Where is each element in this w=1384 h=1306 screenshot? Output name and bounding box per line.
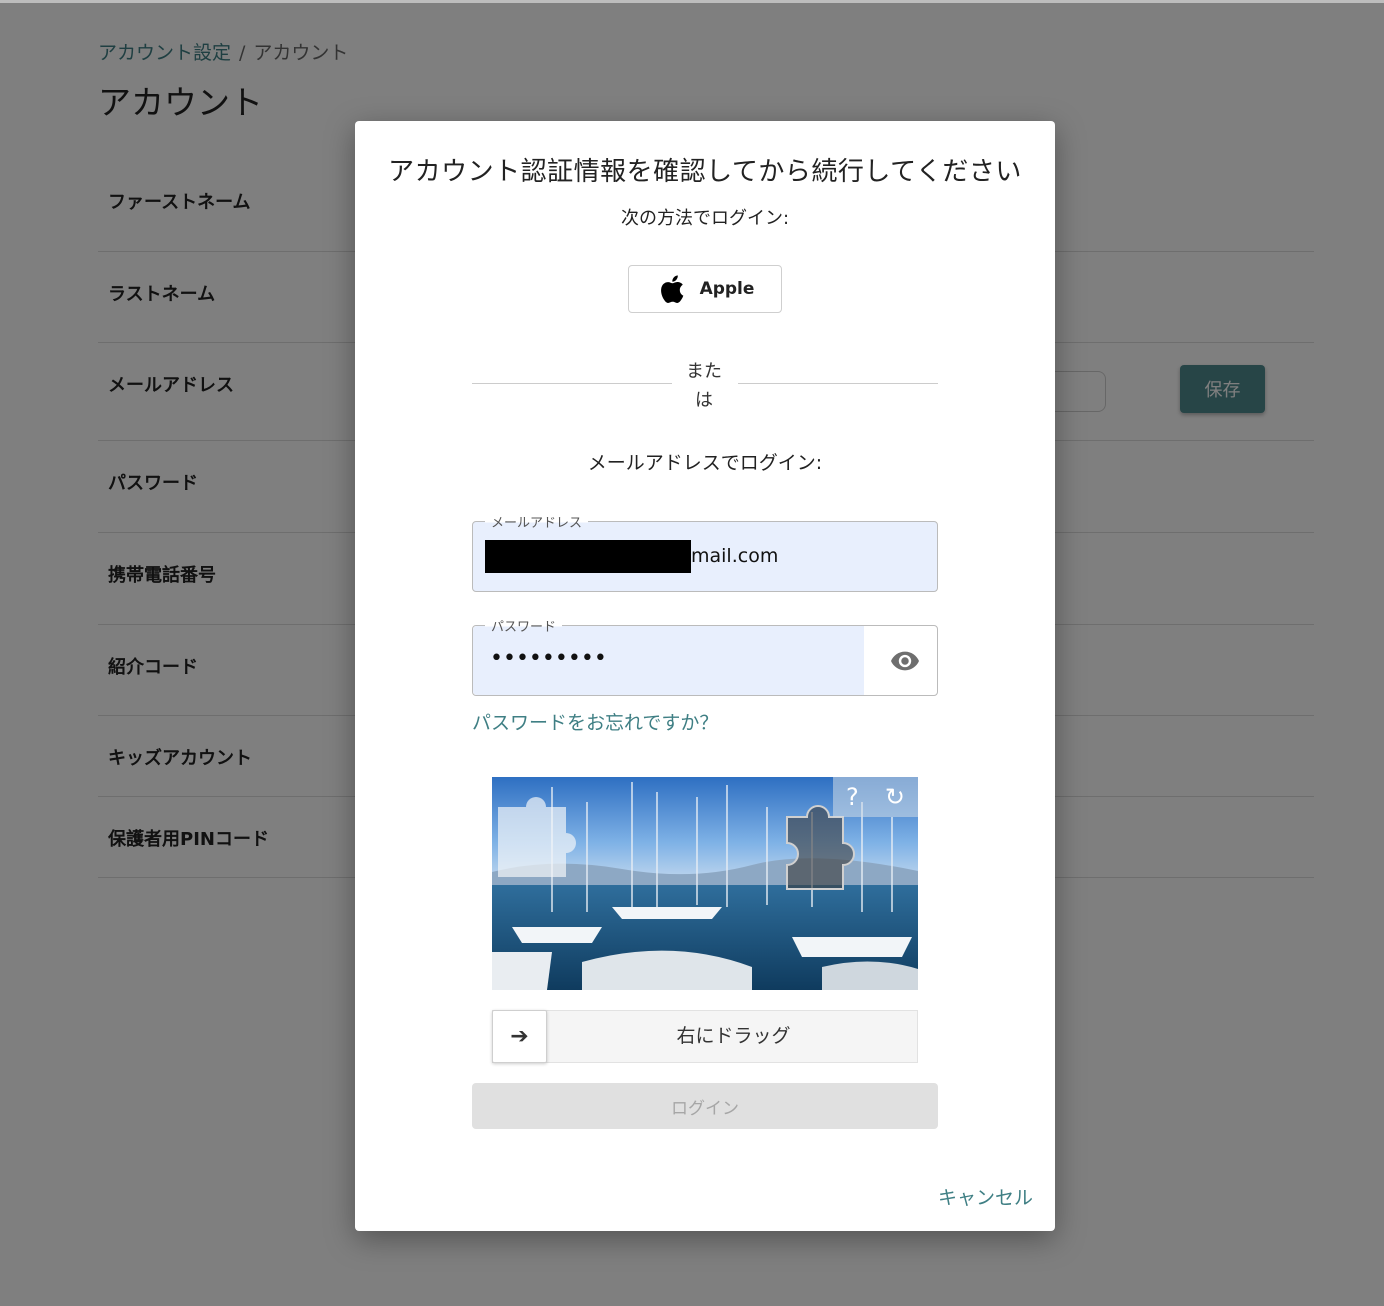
cancel-button[interactable]: キャンセル: [938, 1183, 1033, 1210]
divider-line-left: [472, 383, 672, 384]
password-value: •••••••••: [490, 646, 607, 671]
reauth-dialog: アカウント認証情報を確認してから続行してください 次の方法でログイン: Appl…: [355, 121, 1055, 1231]
password-field-label: パスワード: [485, 616, 563, 635]
email-field-label: メールアドレス: [485, 512, 589, 531]
email-login-label: メールアドレスでログイン:: [587, 452, 823, 474]
divider-line-right: [738, 383, 938, 384]
captcha-slider[interactable]: ➔ 右にドラッグ: [492, 1010, 918, 1063]
arrow-right-icon: ➔: [510, 1024, 529, 1049]
apple-login-button[interactable]: Apple: [628, 265, 782, 313]
apple-button-label: Apple: [699, 279, 755, 299]
redaction-box: [485, 540, 691, 573]
password-field[interactable]: パスワード •••••••••: [472, 616, 938, 696]
captcha-image: ? ↻: [492, 777, 918, 990]
captcha-toolbar: ? ↻: [833, 777, 918, 817]
dialog-title: アカウント認証情報を確認してから続行してください: [388, 157, 1022, 187]
slider-handle[interactable]: ➔: [492, 1010, 547, 1063]
eye-icon[interactable]: [891, 650, 919, 672]
login-button[interactable]: ログイン: [472, 1083, 938, 1129]
divider-text: または: [686, 361, 722, 411]
refresh-icon[interactable]: ↻: [885, 783, 905, 811]
slider-label: 右にドラッグ: [676, 1025, 791, 1047]
apple-logo-icon: [660, 275, 683, 303]
sso-login-label: 次の方法でログイン:: [620, 208, 790, 229]
email-field[interactable]: メールアドレス mail.com: [472, 512, 938, 592]
forgot-password-link[interactable]: パスワードをお忘れですか？: [472, 708, 718, 735]
question-icon[interactable]: ?: [846, 783, 859, 811]
email-value: mail.com: [691, 545, 779, 567]
